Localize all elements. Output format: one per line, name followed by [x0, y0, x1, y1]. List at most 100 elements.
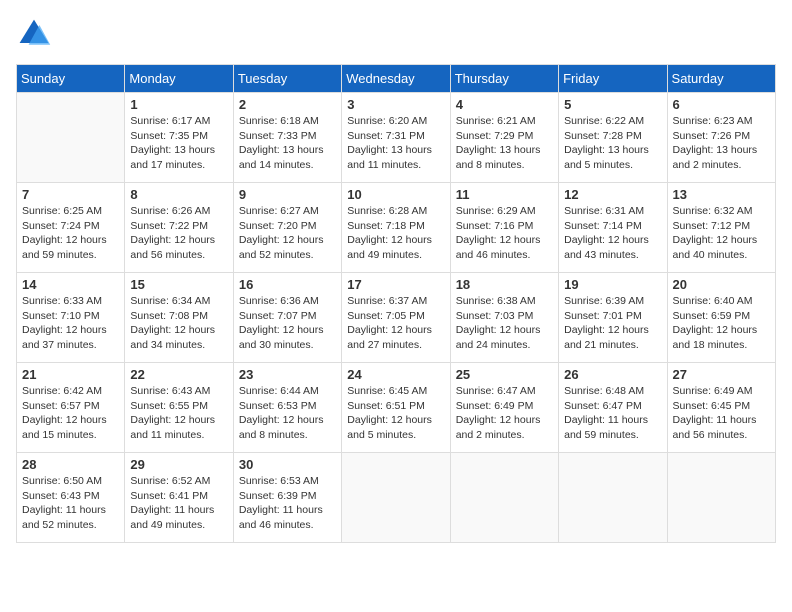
- calendar-cell: [559, 453, 667, 543]
- day-number: 1: [130, 97, 227, 112]
- calendar-cell: 29 Sunrise: 6:52 AMSunset: 6:41 PMDayligh…: [125, 453, 233, 543]
- day-info: Sunrise: 6:17 AMSunset: 7:35 PMDaylight:…: [130, 114, 227, 173]
- calendar-cell: 30Sunrise: 6:53 AMSunset: 6:39 PMDayligh…: [233, 453, 341, 543]
- calendar-cell: 16 Sunrise: 6:36 AMSunset: 7:07 PMDayligh…: [233, 273, 341, 363]
- calendar-cell: 21Sunrise: 6:42 AMSunset: 6:57 PMDayligh…: [17, 363, 125, 453]
- calendar-cell: 5Sunrise: 6:22 AMSunset: 7:28 PMDaylight…: [559, 93, 667, 183]
- day-number: 5: [564, 97, 661, 112]
- day-info: Sunrise: 6:49 AMSunset: 6:45 PMDaylight:…: [673, 384, 770, 443]
- day-number: 22: [130, 367, 227, 382]
- day-info: Sunrise: 6:47 AMSunset: 6:49 PMDaylight:…: [456, 384, 553, 443]
- day-number: 29: [130, 457, 227, 472]
- day-number: 25: [456, 367, 553, 382]
- day-info: Sunrise: 6:52 AMSunset: 6:41 PMDaylight:…: [130, 474, 227, 533]
- day-info: Sunrise: 6:31 AMSunset: 7:14 PMDaylight:…: [564, 204, 661, 263]
- calendar-cell: 12 Sunrise: 6:31 AMSunset: 7:14 PMDayligh…: [559, 183, 667, 273]
- calendar-week-row: 28 Sunrise: 6:50 AMSunset: 6:43 PMDayligh…: [17, 453, 776, 543]
- calendar-cell: 10 Sunrise: 6:28 AMSunset: 7:18 PMDayligh…: [342, 183, 450, 273]
- day-of-week-header: Tuesday: [233, 65, 341, 93]
- calendar-cell: [342, 453, 450, 543]
- calendar-cell: 1 Sunrise: 6:17 AMSunset: 7:35 PMDaylight…: [125, 93, 233, 183]
- day-number: 11: [456, 187, 553, 202]
- day-number: 20: [673, 277, 770, 292]
- day-number: 24: [347, 367, 444, 382]
- day-info: Sunrise: 6:48 AMSunset: 6:47 PMDaylight:…: [564, 384, 661, 443]
- day-number: 2: [239, 97, 336, 112]
- day-info: Sunrise: 6:45 AMSunset: 6:51 PMDaylight:…: [347, 384, 444, 443]
- day-info: Sunrise: 6:36 AMSunset: 7:07 PMDaylight:…: [239, 294, 336, 353]
- day-info: Sunrise: 6:32 AMSunset: 7:12 PMDaylight:…: [673, 204, 770, 263]
- day-info: Sunrise: 6:33 AMSunset: 7:10 PMDaylight:…: [22, 294, 119, 353]
- day-number: 30: [239, 457, 336, 472]
- calendar-cell: 14 Sunrise: 6:33 AMSunset: 7:10 PMDayligh…: [17, 273, 125, 363]
- day-info: Sunrise: 6:44 AMSunset: 6:53 PMDaylight:…: [239, 384, 336, 443]
- day-number: 28: [22, 457, 119, 472]
- day-of-week-header: Thursday: [450, 65, 558, 93]
- calendar-cell: 22 Sunrise: 6:43 AMSunset: 6:55 PMDayligh…: [125, 363, 233, 453]
- day-info: Sunrise: 6:37 AMSunset: 7:05 PMDaylight:…: [347, 294, 444, 353]
- calendar-cell: 15 Sunrise: 6:34 AMSunset: 7:08 PMDayligh…: [125, 273, 233, 363]
- calendar-week-row: 7 Sunrise: 6:25 AMSunset: 7:24 PMDaylight…: [17, 183, 776, 273]
- day-number: 23: [239, 367, 336, 382]
- calendar-cell: 28 Sunrise: 6:50 AMSunset: 6:43 PMDayligh…: [17, 453, 125, 543]
- day-number: 6: [673, 97, 770, 112]
- day-info: Sunrise: 6:26 AMSunset: 7:22 PMDaylight:…: [130, 204, 227, 263]
- day-of-week-header: Wednesday: [342, 65, 450, 93]
- calendar-cell: 6Sunrise: 6:23 AMSunset: 7:26 PMDaylight…: [667, 93, 775, 183]
- calendar-cell: 3Sunrise: 6:20 AMSunset: 7:31 PMDaylight…: [342, 93, 450, 183]
- day-info: Sunrise: 6:20 AMSunset: 7:31 PMDaylight:…: [347, 114, 444, 173]
- day-info: Sunrise: 6:29 AMSunset: 7:16 PMDaylight:…: [456, 204, 553, 263]
- day-number: 15: [130, 277, 227, 292]
- logo: [16, 16, 56, 52]
- calendar-table: SundayMondayTuesdayWednesdayThursdayFrid…: [16, 64, 776, 543]
- calendar-cell: 11 Sunrise: 6:29 AMSunset: 7:16 PMDayligh…: [450, 183, 558, 273]
- calendar-cell: 25 Sunrise: 6:47 AMSunset: 6:49 PMDayligh…: [450, 363, 558, 453]
- day-of-week-header: Friday: [559, 65, 667, 93]
- day-info: Sunrise: 6:40 AMSunset: 6:59 PMDaylight:…: [673, 294, 770, 353]
- calendar-cell: 27 Sunrise: 6:49 AMSunset: 6:45 PMDayligh…: [667, 363, 775, 453]
- day-info: Sunrise: 6:21 AMSunset: 7:29 PMDaylight:…: [456, 114, 553, 173]
- calendar-cell: 24 Sunrise: 6:45 AMSunset: 6:51 PMDayligh…: [342, 363, 450, 453]
- calendar-cell: 8 Sunrise: 6:26 AMSunset: 7:22 PMDaylight…: [125, 183, 233, 273]
- day-number: 27: [673, 367, 770, 382]
- calendar-cell: 7 Sunrise: 6:25 AMSunset: 7:24 PMDaylight…: [17, 183, 125, 273]
- day-info: Sunrise: 6:38 AMSunset: 7:03 PMDaylight:…: [456, 294, 553, 353]
- calendar-header-row: SundayMondayTuesdayWednesdayThursdayFrid…: [17, 65, 776, 93]
- day-number: 26: [564, 367, 661, 382]
- day-of-week-header: Monday: [125, 65, 233, 93]
- day-number: 21: [22, 367, 119, 382]
- calendar-cell: 9 Sunrise: 6:27 AMSunset: 7:20 PMDaylight…: [233, 183, 341, 273]
- calendar-cell: 20 Sunrise: 6:40 AMSunset: 6:59 PMDayligh…: [667, 273, 775, 363]
- calendar-cell: [17, 93, 125, 183]
- calendar-cell: 4 Sunrise: 6:21 AMSunset: 7:29 PMDaylight…: [450, 93, 558, 183]
- day-number: 9: [239, 187, 336, 202]
- day-number: 17: [347, 277, 444, 292]
- day-info: Sunrise: 6:50 AMSunset: 6:43 PMDaylight:…: [22, 474, 119, 533]
- day-of-week-header: Sunday: [17, 65, 125, 93]
- calendar-cell: 17 Sunrise: 6:37 AMSunset: 7:05 PMDayligh…: [342, 273, 450, 363]
- calendar-cell: 2 Sunrise: 6:18 AMSunset: 7:33 PMDaylight…: [233, 93, 341, 183]
- calendar-week-row: 21Sunrise: 6:42 AMSunset: 6:57 PMDayligh…: [17, 363, 776, 453]
- calendar-cell: [450, 453, 558, 543]
- day-info: Sunrise: 6:43 AMSunset: 6:55 PMDaylight:…: [130, 384, 227, 443]
- day-info: Sunrise: 6:18 AMSunset: 7:33 PMDaylight:…: [239, 114, 336, 173]
- day-info: Sunrise: 6:39 AMSunset: 7:01 PMDaylight:…: [564, 294, 661, 353]
- day-number: 10: [347, 187, 444, 202]
- day-number: 4: [456, 97, 553, 112]
- page-header: [16, 16, 776, 52]
- day-info: Sunrise: 6:25 AMSunset: 7:24 PMDaylight:…: [22, 204, 119, 263]
- logo-icon: [16, 16, 52, 52]
- day-info: Sunrise: 6:28 AMSunset: 7:18 PMDaylight:…: [347, 204, 444, 263]
- day-number: 18: [456, 277, 553, 292]
- calendar-cell: 23 Sunrise: 6:44 AMSunset: 6:53 PMDayligh…: [233, 363, 341, 453]
- day-info: Sunrise: 6:34 AMSunset: 7:08 PMDaylight:…: [130, 294, 227, 353]
- day-info: Sunrise: 6:27 AMSunset: 7:20 PMDaylight:…: [239, 204, 336, 263]
- calendar-week-row: 14 Sunrise: 6:33 AMSunset: 7:10 PMDayligh…: [17, 273, 776, 363]
- day-number: 7: [22, 187, 119, 202]
- day-number: 14: [22, 277, 119, 292]
- day-number: 12: [564, 187, 661, 202]
- calendar-cell: [667, 453, 775, 543]
- calendar-cell: 13Sunrise: 6:32 AMSunset: 7:12 PMDayligh…: [667, 183, 775, 273]
- day-number: 16: [239, 277, 336, 292]
- day-number: 8: [130, 187, 227, 202]
